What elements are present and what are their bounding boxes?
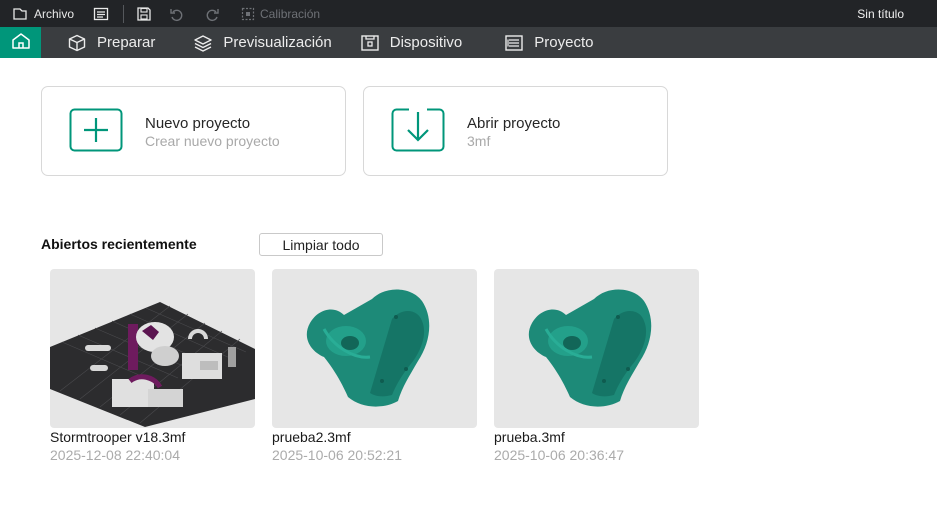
toolbar-divider — [123, 4, 125, 23]
recent-project-item[interactable]: prueba.3mf 2025-10-06 20:36:47 — [494, 269, 699, 463]
project-list-icon — [504, 34, 524, 52]
open-project-title: Abrir proyecto — [467, 115, 561, 132]
new-project-card[interactable]: Nuevo proyecto Crear nuevo proyecto — [41, 86, 346, 176]
recent-project-date: 2025-12-08 22:40:04 — [50, 447, 180, 463]
file-icon — [12, 6, 28, 22]
recent-project-date: 2025-10-06 20:36:47 — [494, 447, 624, 463]
project-thumbnail[interactable] — [50, 269, 255, 428]
clear-all-button[interactable]: Limpiar todo — [259, 233, 383, 256]
tab-dispositivo[interactable]: Dispositivo — [360, 27, 463, 58]
file-menu-label: Archivo — [34, 6, 75, 21]
menu-list-icon[interactable] — [93, 6, 109, 22]
main-nav: Preparar Previsualización Dispositivo Pr… — [0, 27, 937, 58]
new-project-subtitle: Crear nuevo proyecto — [145, 133, 280, 149]
undo-icon[interactable] — [169, 6, 185, 22]
cube-icon — [67, 34, 87, 52]
tab-proyecto[interactable]: Proyecto — [504, 27, 593, 58]
open-project-subtitle: 3mf — [467, 133, 491, 149]
new-project-title: Nuevo proyecto — [145, 115, 251, 132]
document-title: Sin título — [857, 6, 904, 21]
device-icon — [360, 34, 380, 52]
download-arrow-icon — [391, 108, 445, 152]
project-thumbnail[interactable] — [494, 269, 699, 428]
tab-preparar[interactable]: Preparar — [67, 27, 155, 58]
recent-project-item[interactable]: Stormtrooper v18.3mf 2025-12-08 22:40:04 — [50, 269, 255, 463]
layers-icon — [193, 34, 213, 52]
plus-square-icon — [69, 108, 123, 152]
project-thumbnail[interactable] — [272, 269, 477, 428]
redo-icon[interactable] — [204, 6, 220, 22]
tab-proyecto-label: Proyecto — [534, 34, 594, 51]
recent-project-name: prueba.3mf — [494, 429, 565, 445]
tab-dispositivo-label: Dispositivo — [389, 34, 463, 51]
file-menu[interactable]: Archivo — [12, 0, 74, 27]
recent-project-name: prueba2.3mf — [272, 429, 351, 445]
tab-previsualizacion[interactable]: Previsualización — [193, 27, 332, 58]
open-project-card[interactable]: Abrir proyecto 3mf — [363, 86, 668, 176]
calibration-icon — [240, 6, 256, 22]
title-bar: Archivo Calibración Sin título — [0, 0, 937, 27]
tab-previsualizacion-label: Previsualización — [223, 34, 332, 51]
calibration-menu[interactable]: Calibración — [240, 0, 320, 27]
calibration-label: Calibración — [260, 6, 321, 21]
home-icon — [11, 32, 31, 54]
tab-home[interactable] — [0, 27, 41, 58]
recent-project-item[interactable]: prueba2.3mf 2025-10-06 20:52:21 — [272, 269, 477, 463]
recent-heading: Abiertos recientemente — [41, 236, 197, 252]
recent-project-date: 2025-10-06 20:52:21 — [272, 447, 402, 463]
tab-preparar-label: Preparar — [97, 34, 156, 51]
save-icon[interactable] — [136, 6, 152, 22]
recent-project-name: Stormtrooper v18.3mf — [50, 429, 186, 445]
